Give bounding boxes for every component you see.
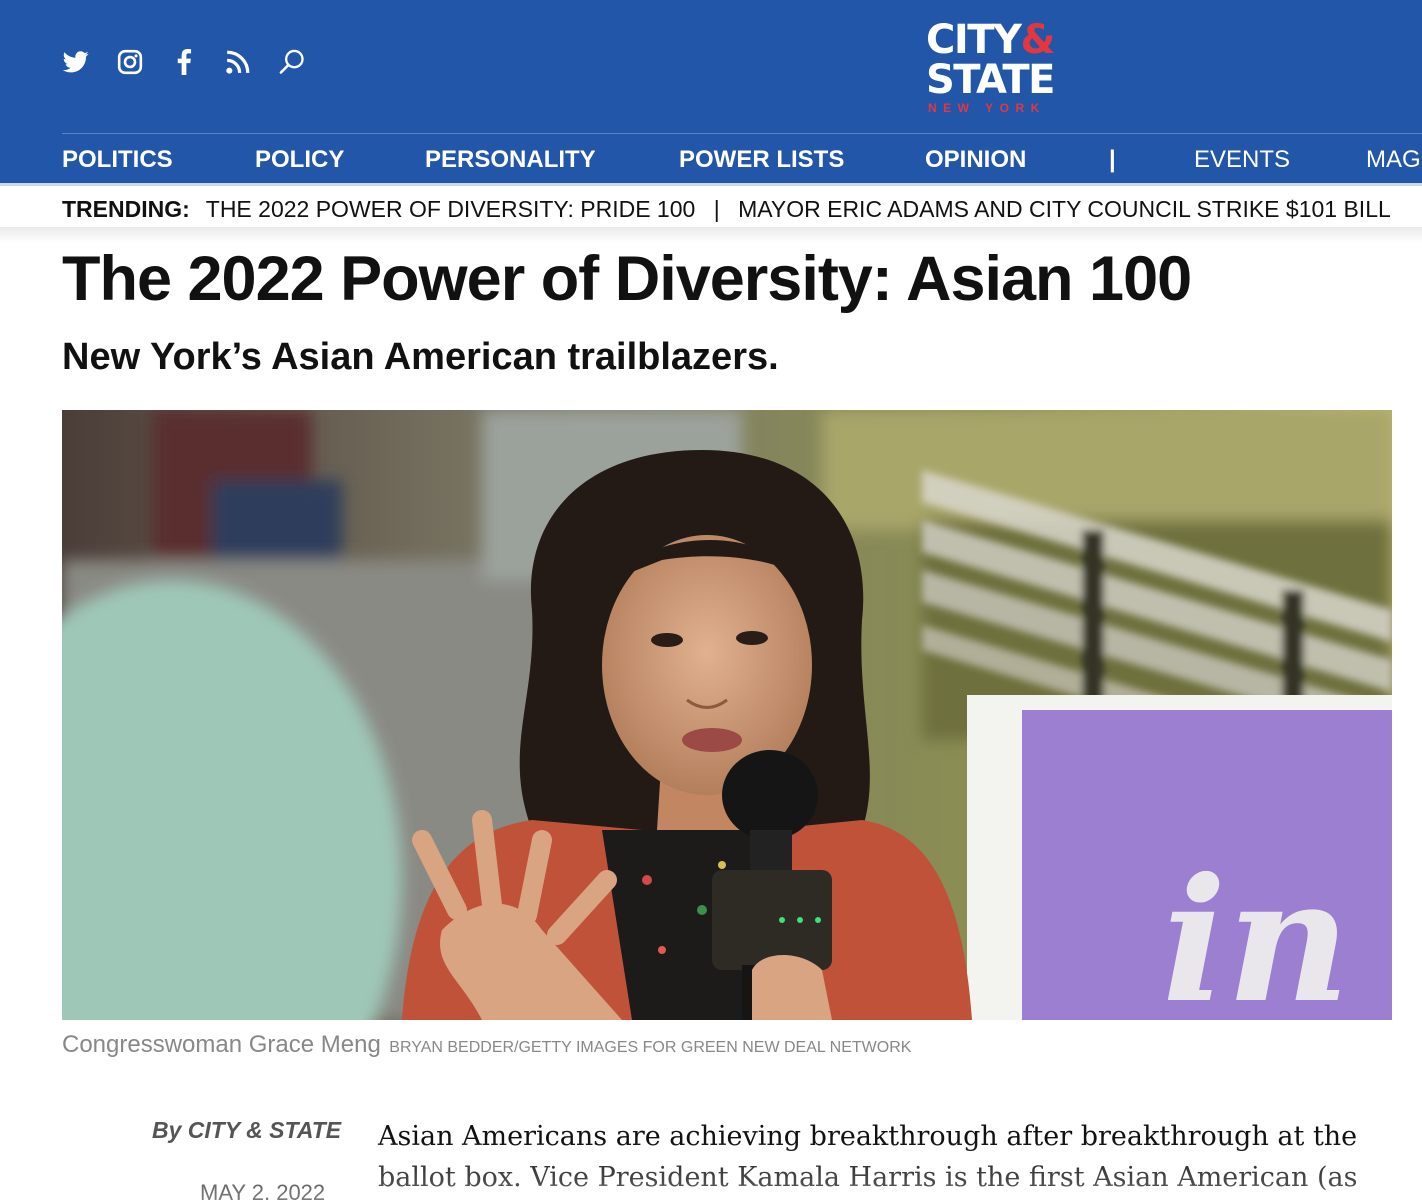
- photo-credit: BRYAN BEDDER/GETTY IMAGES FOR GREEN NEW …: [389, 1039, 912, 1056]
- nav-magazine[interactable]: MAG: [1366, 146, 1421, 174]
- facebook-icon[interactable]: [170, 48, 198, 76]
- rss-icon[interactable]: [224, 48, 252, 76]
- city-and-state-logo[interactable]: CITY& STATE NEW YORK: [926, 20, 1066, 120]
- nav-opinion[interactable]: OPINION: [925, 146, 1026, 174]
- trending-label: TRENDING:: [62, 196, 190, 222]
- nav-divider: [62, 133, 1422, 134]
- social-links: [62, 48, 306, 76]
- trending-separator: |: [713, 196, 720, 222]
- article-body: Asian Americans are achieving breakthrou…: [378, 1121, 1358, 1193]
- nav-separator: |: [1109, 146, 1116, 173]
- byline[interactable]: By CITY & STATE: [152, 1117, 341, 1144]
- photo-caption: Congresswoman Grace Meng BRYAN BEDDER/GE…: [62, 1031, 911, 1059]
- page-subtitle: New York’s Asian American trailblazers.: [62, 336, 779, 378]
- hero-photo: in: [62, 410, 1392, 1020]
- nav-policy[interactable]: POLICY: [255, 146, 344, 174]
- trending-link-budget[interactable]: MAYOR ERIC ADAMS AND CITY COUNCIL STRIKE…: [738, 196, 1391, 222]
- header-shadow: [0, 227, 1422, 243]
- nav-personality[interactable]: PERSONALITY: [425, 146, 596, 174]
- publish-date: MAY 2, 2022: [200, 1180, 326, 1200]
- instagram-icon[interactable]: [116, 48, 144, 76]
- nav-power-lists[interactable]: POWER LISTS: [679, 146, 844, 174]
- nav-politics[interactable]: POLITICS: [62, 146, 173, 174]
- caption-text: Congresswoman Grace Meng: [62, 1031, 381, 1058]
- trending-link-pride-100[interactable]: THE 2022 POWER OF DIVERSITY: PRIDE 100: [206, 196, 696, 222]
- masthead: CITY& STATE NEW YORK POLITICS POLICY PER…: [0, 0, 1422, 183]
- search-icon[interactable]: [278, 48, 306, 76]
- page-title: The 2022 Power of Diversity: Asian 100: [62, 244, 1192, 314]
- twitter-icon[interactable]: [62, 48, 90, 76]
- svg-text:in: in: [1162, 841, 1350, 1020]
- main-nav: POLITICS POLICY PERSONALITY POWER LISTS …: [0, 140, 1422, 180]
- trending-bar: TRENDING: THE 2022 POWER OF DIVERSITY: P…: [0, 183, 1422, 227]
- nav-events[interactable]: EVENTS: [1194, 146, 1290, 174]
